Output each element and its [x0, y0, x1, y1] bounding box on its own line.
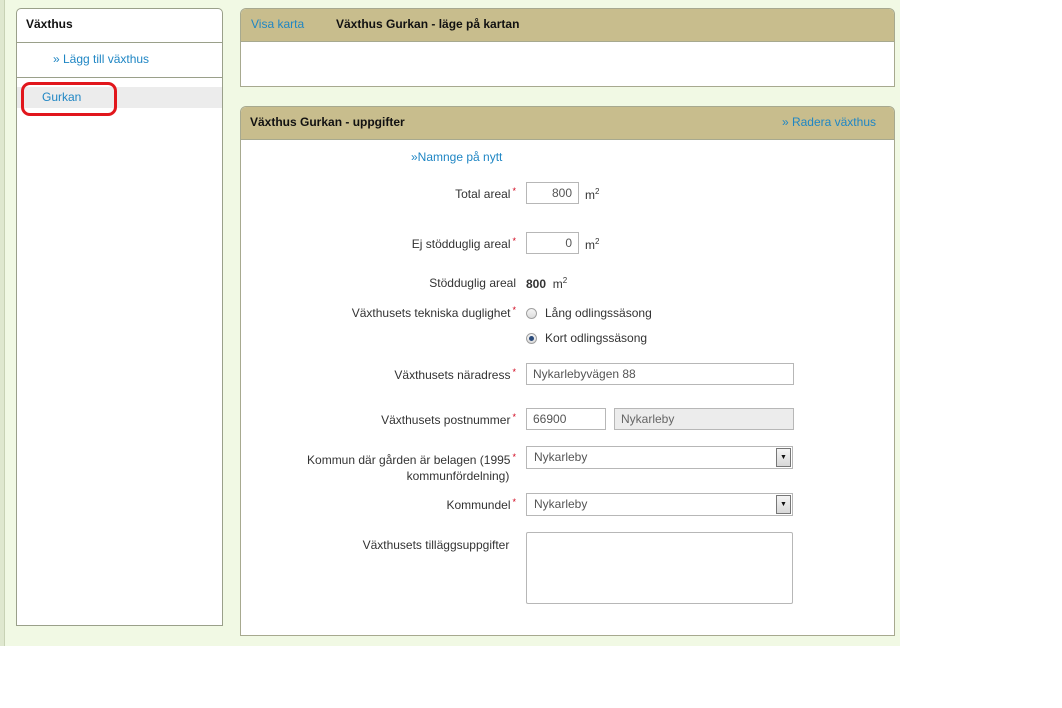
required-marker: *	[512, 236, 516, 246]
details-panel-title: Växthus Gurkan - uppgifter	[250, 115, 405, 129]
required-marker: *	[512, 367, 516, 377]
technical-fitness-label: Växthusets tekniska duglighet *	[351, 305, 516, 320]
left-edge	[0, 0, 5, 646]
add-greenhouse-row: » Lägg till växthus	[17, 43, 222, 78]
municipality-select[interactable]: Nykarleby ▼	[526, 446, 793, 469]
map-panel: Visa karta Växthus Gurkan - läge på kart…	[240, 8, 895, 87]
supported-area-label: Stödduglig areal	[429, 276, 516, 290]
total-area-label: Total areal *	[455, 186, 516, 201]
required-marker: *	[512, 497, 516, 507]
municipality-selected: Nykarleby	[534, 450, 588, 464]
unsupported-area-input[interactable]: 0	[526, 232, 579, 254]
details-panel: Växthus Gurkan - uppgifter » Radera växt…	[240, 106, 895, 636]
unsupported-area-label: Ej stödduglig areal *	[411, 236, 516, 251]
add-greenhouse-link[interactable]: » Lägg till växthus	[53, 52, 149, 66]
radio-long-season-label: Lång odlingssäsong	[545, 306, 652, 320]
supported-area-value: 800 m2	[526, 276, 568, 291]
map-panel-title: Växthus Gurkan - läge på kartan	[336, 17, 520, 31]
unsupported-area-unit: m2	[585, 237, 600, 252]
extra-info-label: Växthusets tilläggsuppgifter	[362, 538, 510, 552]
radio-short-season-label: Kort odlingssäsong	[545, 331, 648, 345]
delete-greenhouse-link[interactable]: » Radera växthus	[782, 107, 876, 137]
required-marker: *	[512, 412, 516, 422]
radio-button[interactable]	[526, 307, 537, 319]
rename-link[interactable]: »Namnge på nytt	[411, 150, 502, 164]
required-marker: *	[512, 186, 516, 196]
show-map-link[interactable]: Visa karta	[251, 9, 304, 39]
municipality-part-selected: Nykarleby	[534, 497, 588, 511]
address-input[interactable]: Nykarlebyvägen 88	[526, 363, 794, 385]
total-area-input[interactable]: 800	[526, 182, 579, 204]
extra-info-textarea[interactable]	[526, 532, 793, 604]
highlight-annotation	[21, 82, 117, 116]
postcode-label: Växthusets postnummer *	[381, 412, 516, 427]
address-label: Växthusets näradress *	[394, 367, 516, 382]
chevron-down-icon[interactable]: ▼	[776, 448, 791, 467]
postcode-city-field: Nykarleby	[614, 408, 794, 430]
sidebar-title: Växthus	[17, 9, 222, 43]
chevron-down-icon[interactable]: ▼	[776, 495, 791, 514]
required-marker: *	[512, 452, 516, 462]
radio-short-season[interactable]: Kort odlingssäsong	[526, 331, 647, 345]
required-marker: *	[512, 305, 516, 315]
postcode-input[interactable]: 66900	[526, 408, 606, 430]
radio-button-checked[interactable]	[526, 332, 537, 344]
radio-long-season[interactable]: Lång odlingssäsong	[526, 306, 652, 320]
municipality-part-select[interactable]: Nykarleby ▼	[526, 493, 793, 516]
total-area-unit: m2	[585, 187, 600, 202]
municipality-label: Kommun där gården är belagen (1995 * kommu…	[307, 452, 516, 483]
map-panel-header: Visa karta Växthus Gurkan - läge på kart…	[241, 9, 894, 42]
municipality-part-label: Kommundel *	[446, 497, 516, 512]
details-panel-header: Växthus Gurkan - uppgifter » Radera växt…	[241, 107, 894, 140]
